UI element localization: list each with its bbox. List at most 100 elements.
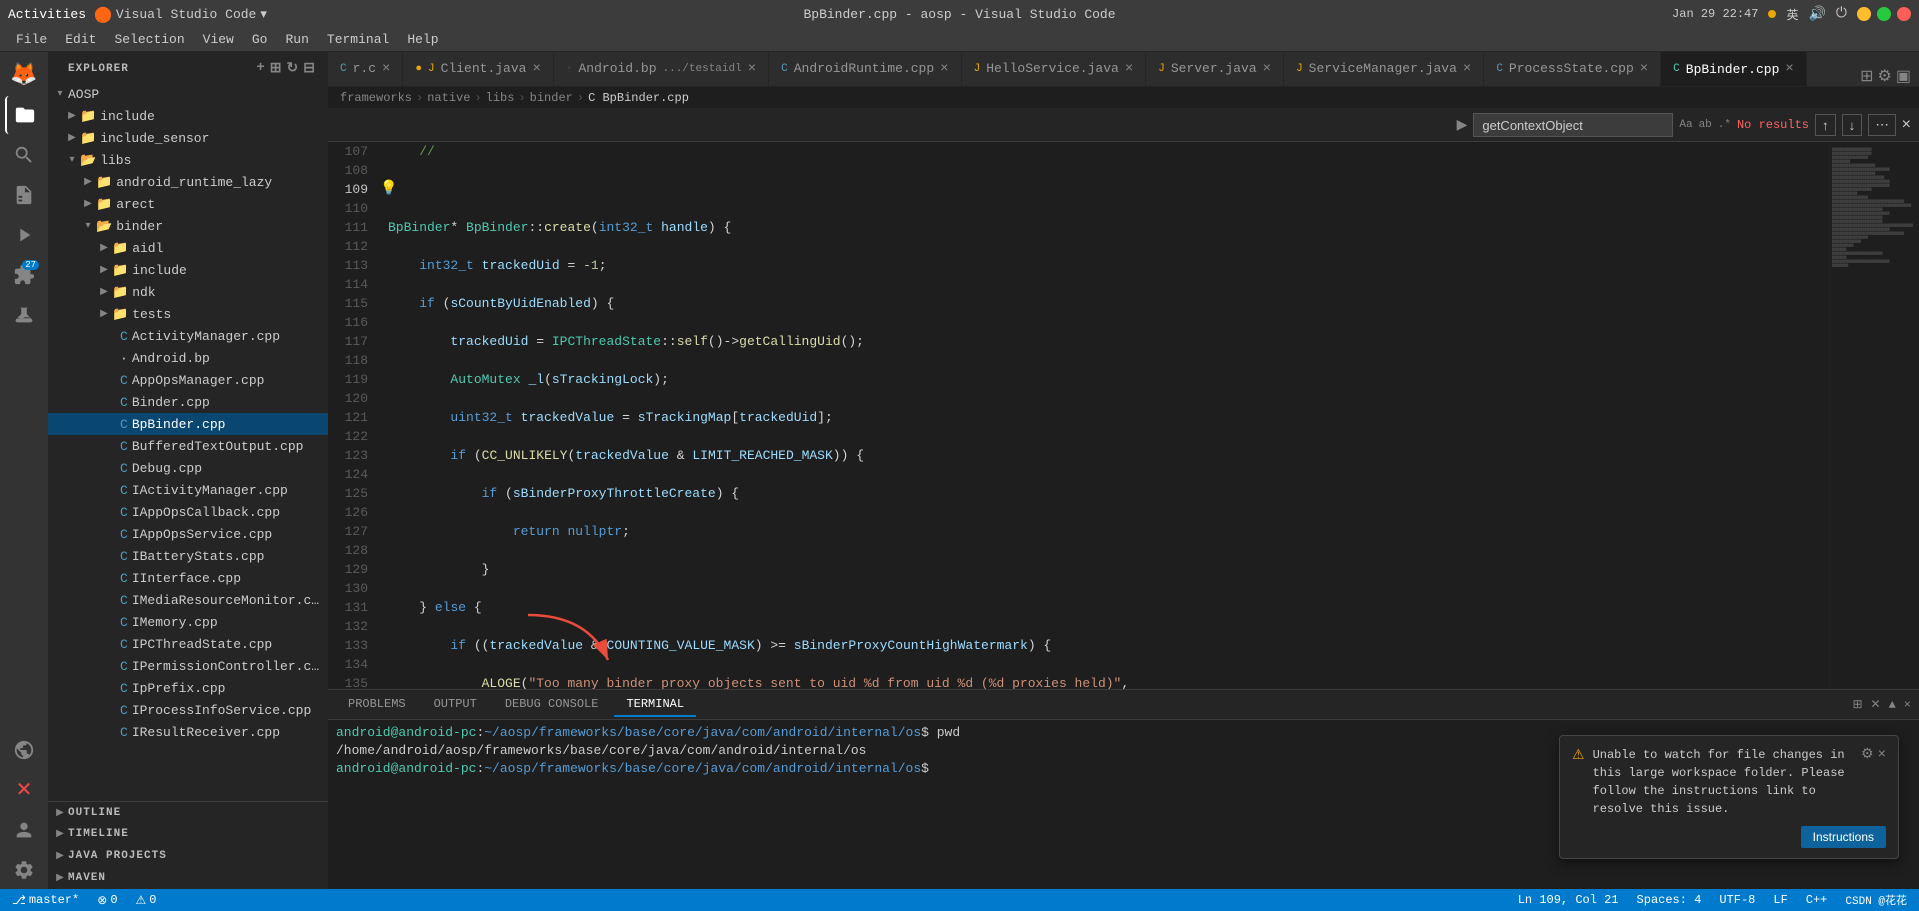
notification-gear-icon[interactable]: ⚙	[1861, 746, 1874, 763]
code-content[interactable]: // BpBinder* BpBinder::create(int32_t ha…	[376, 142, 1829, 689]
menu-view[interactable]: View	[195, 30, 242, 49]
section-java-projects[interactable]: ▶ JAVA PROJECTS	[48, 845, 328, 867]
find-whole-word[interactable]: ab	[1699, 119, 1712, 131]
tree-file-imemory[interactable]: C IMemory.cpp	[48, 611, 328, 633]
tree-file-debug[interactable]: C Debug.cpp	[48, 457, 328, 479]
tab-debug-console[interactable]: DEBUG CONSOLE	[493, 693, 611, 717]
tab-problems[interactable]: PROBLEMS	[336, 693, 418, 717]
find-regex[interactable]: .*	[1718, 119, 1731, 131]
tree-folder-binder[interactable]: ▾ 📂 binder	[48, 215, 328, 237]
tree-folder-tests[interactable]: ▶ 📁 tests	[48, 303, 328, 325]
activity-notifications[interactable]: ✕	[5, 771, 43, 809]
tree-file-iresult[interactable]: C IResultReceiver.cpp	[48, 721, 328, 743]
tree-file-binder[interactable]: C Binder.cpp	[48, 391, 328, 413]
section-timeline[interactable]: ▶ TIMELINE	[48, 823, 328, 845]
activity-run[interactable]	[5, 216, 43, 254]
tab-hello-service[interactable]: J HelloService.java ×	[962, 52, 1147, 86]
tree-file-ipprefix[interactable]: C IpPrefix.cpp	[48, 677, 328, 699]
menu-file[interactable]: File	[8, 30, 55, 49]
more-options-icon[interactable]: ⚙	[1878, 66, 1892, 86]
tab-service-manager[interactable]: J ServiceManager.java ×	[1284, 52, 1484, 86]
notification-close-icon[interactable]: ×	[1878, 747, 1886, 763]
tree-folder-binder-include[interactable]: ▶ 📁 include	[48, 259, 328, 281]
terminal-kill-icon[interactable]: ✕	[1871, 697, 1881, 712]
tab-close-ps[interactable]: ×	[1640, 61, 1648, 77]
activity-remote[interactable]	[5, 731, 43, 769]
tree-file-activity-manager[interactable]: C ActivityManager.cpp	[48, 325, 328, 347]
tab-terminal[interactable]: TERMINAL	[614, 693, 696, 717]
breadcrumb-file[interactable]: C BpBinder.cpp	[588, 91, 689, 105]
status-spaces[interactable]: Spaces: 4	[1633, 893, 1706, 907]
find-match-case[interactable]: Aa	[1679, 119, 1692, 131]
tree-folder-android-runtime-lazy[interactable]: ▶ 📁 android_runtime_lazy	[48, 171, 328, 193]
tab-rc[interactable]: C r.c ×	[328, 52, 403, 86]
activity-browser[interactable]: 🦊	[5, 56, 43, 94]
status-warnings[interactable]: ⚠ 0	[132, 893, 161, 908]
collapse-icon[interactable]: ⊟	[303, 60, 316, 77]
refresh-icon[interactable]: ↻	[287, 60, 300, 77]
tab-close-client[interactable]: ×	[532, 61, 540, 77]
tab-bpbinder[interactable]: C BpBinder.cpp ×	[1661, 52, 1807, 86]
menu-terminal[interactable]: Terminal	[319, 30, 397, 49]
dropdown-arrow[interactable]: ▾	[260, 7, 267, 22]
tree-file-buffered[interactable]: C BufferedTextOutput.cpp	[48, 435, 328, 457]
tab-close-android-bp[interactable]: ×	[748, 61, 756, 77]
status-cursor[interactable]: Ln 109, Col 21	[1514, 893, 1623, 907]
activity-settings[interactable]	[5, 851, 43, 889]
status-branch[interactable]: ⎇ master*	[8, 893, 83, 908]
tab-android-runtime[interactable]: C AndroidRuntime.cpp ×	[769, 52, 961, 86]
tree-file-imedia[interactable]: C IMediaResourceMonitor.cpp	[48, 589, 328, 611]
tab-close-android-runtime[interactable]: ×	[940, 61, 948, 77]
tree-folder-include[interactable]: ▶ 📁 include	[48, 105, 328, 127]
tree-folder-arect[interactable]: ▶ 📁 arect	[48, 193, 328, 215]
maximize-button[interactable]	[1877, 7, 1891, 21]
activity-test[interactable]	[5, 296, 43, 334]
tree-root-aosp[interactable]: ▾ AOSP	[48, 83, 328, 105]
menu-selection[interactable]: Selection	[106, 30, 192, 49]
tree-folder-aidl[interactable]: ▶ 📁 aidl	[48, 237, 328, 259]
status-language[interactable]: C++	[1802, 893, 1832, 907]
breadcrumb-libs[interactable]: libs	[486, 91, 515, 105]
tab-close-rc[interactable]: ×	[382, 61, 390, 77]
status-eol[interactable]: LF	[1769, 893, 1791, 907]
menu-help[interactable]: Help	[399, 30, 446, 49]
tab-close-bpbinder[interactable]: ×	[1785, 61, 1793, 77]
tab-close-hello[interactable]: ×	[1125, 61, 1133, 77]
menu-go[interactable]: Go	[244, 30, 276, 49]
vscode-title-area[interactable]: ⬤ Visual Studio Code ▾	[94, 4, 267, 24]
power-icon[interactable]: ⏻	[1836, 6, 1847, 22]
status-encoding[interactable]: UTF-8	[1715, 893, 1759, 907]
tab-close-server[interactable]: ×	[1263, 61, 1271, 77]
tree-file-iappops-callback[interactable]: C IAppOpsCallback.cpp	[48, 501, 328, 523]
breadcrumb-frameworks[interactable]: frameworks	[340, 91, 412, 105]
volume-icon[interactable]: 🔊	[1808, 6, 1825, 23]
code-editor[interactable]: 107 108 109 110 111 112 113 114 115 116 …	[328, 142, 1919, 689]
tab-process-state[interactable]: C ProcessState.cpp ×	[1484, 52, 1661, 86]
tab-close-sm[interactable]: ×	[1463, 61, 1471, 77]
section-outline[interactable]: ▶ OUTLINE	[48, 801, 328, 823]
find-input[interactable]	[1473, 113, 1673, 137]
breadcrumb-native[interactable]: native	[427, 91, 470, 105]
menu-edit[interactable]: Edit	[57, 30, 104, 49]
close-button[interactable]	[1897, 7, 1911, 21]
tab-client[interactable]: ● J Client.java ×	[403, 52, 553, 86]
tree-file-iinterface[interactable]: C IInterface.cpp	[48, 567, 328, 589]
new-folder-icon[interactable]: ⊞	[270, 60, 283, 77]
instructions-button[interactable]: Instructions	[1801, 826, 1886, 848]
tree-file-ipermission[interactable]: C IPermissionController.cpp	[48, 655, 328, 677]
activity-git[interactable]	[5, 176, 43, 214]
lightbulb-icon[interactable]: 💡	[380, 180, 397, 197]
activity-extensions[interactable]: 27	[5, 256, 43, 294]
tree-file-iappops-service[interactable]: C IAppOpsService.cpp	[48, 523, 328, 545]
find-close-button[interactable]: ×	[1902, 116, 1911, 134]
tree-file-iactivity[interactable]: C IActivityManager.cpp	[48, 479, 328, 501]
tab-output[interactable]: OUTPUT	[422, 693, 489, 717]
activities-label[interactable]: Activities	[8, 7, 86, 22]
activity-explorer[interactable]	[5, 96, 43, 134]
minimize-button[interactable]	[1857, 7, 1871, 21]
terminal-split-icon[interactable]: ⊞	[1852, 697, 1862, 712]
tree-folder-include-sensor[interactable]: ▶ 📁 include_sensor	[48, 127, 328, 149]
find-prev-button[interactable]: ↑	[1815, 114, 1836, 136]
breadcrumb-binder[interactable]: binder	[530, 91, 573, 105]
status-errors[interactable]: ⊗ 0	[93, 893, 121, 908]
